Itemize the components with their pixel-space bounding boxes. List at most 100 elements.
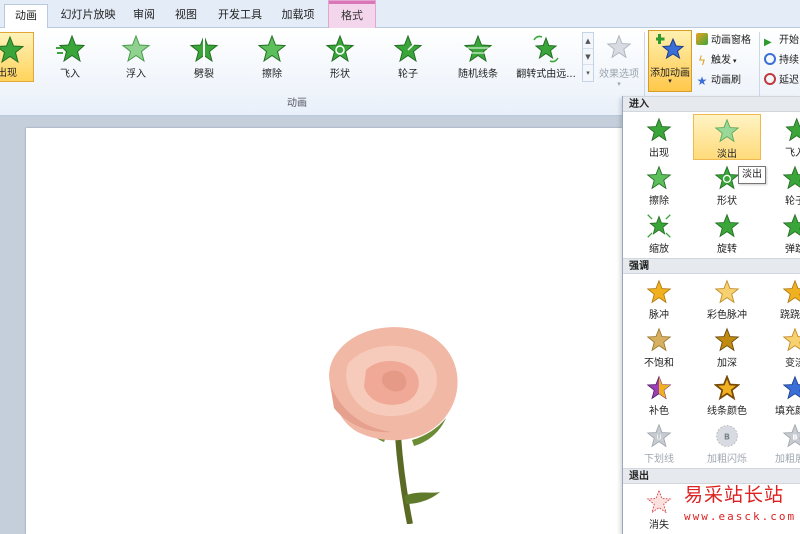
gallery-item-fill-color[interactable]: 填充颜色 xyxy=(761,372,800,418)
tab-view[interactable]: 视图 xyxy=(166,4,206,28)
scroll-up-icon[interactable]: ▲ xyxy=(583,33,593,49)
gallery-split[interactable]: 劈裂 xyxy=(178,32,230,82)
gallery-item-appear[interactable]: 出现 xyxy=(625,114,693,160)
star-wheel-icon xyxy=(393,34,423,63)
gallery-label: 随机线条 xyxy=(458,69,498,80)
star-color-pulse-icon xyxy=(714,279,740,304)
star-bold-reveal-icon: B xyxy=(782,423,800,448)
scroll-down-icon[interactable]: ▼ xyxy=(583,49,593,65)
slide-canvas[interactable] xyxy=(26,128,622,534)
star-split-icon xyxy=(189,34,219,64)
gallery-item-label: 不饱和 xyxy=(644,358,674,369)
star-fade-icon xyxy=(714,118,740,143)
start-label: 开始 xyxy=(779,35,799,46)
animation-painter-icon: ★ xyxy=(696,74,708,88)
chevron-down-icon: ▾ xyxy=(668,77,672,85)
duration-control[interactable]: 持续 xyxy=(764,52,799,70)
gallery-float-in[interactable]: 浮入 xyxy=(110,32,162,82)
gallery-appear[interactable]: 出现 xyxy=(0,32,34,82)
gallery-item-label: 旋转 xyxy=(717,244,737,255)
gallery-item-bold-flash[interactable]: B 加粗闪烁 xyxy=(693,420,761,466)
gallery-item-underline[interactable]: U 下划线 xyxy=(625,420,693,466)
site-watermark: 易采站长站 www.easck.com xyxy=(680,476,800,532)
star-fill-color-icon xyxy=(782,375,800,400)
gallery-item-pulse[interactable]: 脉冲 xyxy=(625,276,693,322)
tab-animations[interactable]: 动画 xyxy=(4,4,48,28)
gallery-item-line-color[interactable]: 线条颜色 xyxy=(693,372,761,418)
tab-add-ins[interactable]: 加载项 xyxy=(274,4,322,28)
rose-image[interactable] xyxy=(300,324,490,524)
gallery-shape[interactable]: 形状 xyxy=(314,32,366,82)
add-animation-icon xyxy=(656,34,685,60)
gallery-item-label: 加深 xyxy=(717,358,737,369)
gallery-item-label: 补色 xyxy=(649,406,669,417)
gallery-item-complementary[interactable]: 补色 xyxy=(625,372,693,418)
trigger-button[interactable]: ϟ 触发 ▾ xyxy=(696,52,736,70)
gallery-item-label: 线条颜色 xyxy=(707,406,747,417)
gallery-item-label: 彩色脉冲 xyxy=(707,310,747,321)
star-wipe-icon xyxy=(646,165,672,190)
gallery-label: 出现 xyxy=(0,68,17,79)
gallery-item-desaturate[interactable]: 不饱和 xyxy=(625,324,693,370)
gallery-item-bounce[interactable]: 弹跳 xyxy=(761,210,800,256)
gallery-item-fly-in[interactable]: 飞入 xyxy=(761,114,800,160)
star-wipe-icon xyxy=(257,34,287,63)
gallery-item-label: 填充颜色 xyxy=(775,406,800,417)
gallery-random-bars[interactable]: 随机线条 xyxy=(450,32,506,82)
gallery-label: 轮子 xyxy=(398,69,418,80)
star-float-in-icon xyxy=(121,34,151,63)
watermark-url: www.easck.com xyxy=(684,510,797,523)
gallery-more-icon[interactable]: ▾ xyxy=(583,65,593,81)
gallery-grow-turn[interactable]: 翻转式由远... xyxy=(512,32,580,82)
gallery-item-color-pulse[interactable]: 彩色脉冲 xyxy=(693,276,761,322)
gallery-item-label: 脉冲 xyxy=(649,310,669,321)
gallery-item-wheel[interactable]: 轮子 xyxy=(761,162,800,208)
gallery-item-swivel[interactable]: 旋转 xyxy=(693,210,761,256)
star-teeter-icon xyxy=(782,279,800,304)
star-darken-icon xyxy=(714,327,740,352)
tab-slide-show[interactable]: 幻灯片放映 xyxy=(52,4,124,28)
gallery-wipe[interactable]: 擦除 xyxy=(246,32,298,82)
group-label-animation: 动画 xyxy=(287,98,307,109)
gallery-fly-in[interactable]: 飞入 xyxy=(44,32,96,82)
gallery-scroll[interactable]: ▲ ▼ ▾ xyxy=(582,32,594,82)
ribbon-tab-bar: 动画 幻灯片放映 审阅 视图 开发工具 加载项 格式 xyxy=(0,0,800,28)
animation-pane-icon xyxy=(696,33,708,45)
star-appear-icon xyxy=(0,35,25,64)
duration-label: 持续 xyxy=(779,55,799,66)
gallery-item-label: 擦除 xyxy=(649,196,669,207)
gallery-item-wipe[interactable]: 擦除 xyxy=(625,162,693,208)
effect-options-button[interactable]: 效果选项 ▾ xyxy=(596,32,642,102)
gallery-label: 翻转式由远... xyxy=(516,69,576,80)
gallery-item-label: 下划线 xyxy=(644,454,674,465)
delay-control[interactable]: 延迟 xyxy=(764,72,799,90)
gallery-item-label: 淡出 xyxy=(717,149,737,160)
start-control[interactable]: ▶ 开始 xyxy=(764,32,799,50)
star-pulse-icon xyxy=(646,279,672,304)
star-appear-icon xyxy=(646,117,672,142)
tab-review[interactable]: 审阅 xyxy=(126,4,162,28)
star-fly-in-icon xyxy=(56,34,85,63)
star-bold-flash-icon: B xyxy=(716,425,738,447)
gallery-item-teeter[interactable]: 跷跷板 xyxy=(761,276,800,322)
gallery-item-lighten[interactable]: 变淡 xyxy=(761,324,800,370)
gallery-item-bold-reveal[interactable]: B 加粗展示 xyxy=(761,420,800,466)
gallery-item-fade[interactable]: 淡出 xyxy=(693,114,761,160)
gallery-item-darken[interactable]: 加深 xyxy=(693,324,761,370)
star-bounce-icon xyxy=(782,213,800,238)
gallery-item-label: 跷跷板 xyxy=(780,310,800,321)
tab-format[interactable]: 格式 xyxy=(328,0,376,28)
add-animation-button[interactable]: 添加动画 ▾ xyxy=(648,30,692,92)
animation-pane-button[interactable]: 动画窗格 xyxy=(696,32,751,50)
gallery-item-label: 变淡 xyxy=(785,358,800,369)
animation-painter-button[interactable]: ★ 动画刷 xyxy=(696,72,741,90)
gallery-item-zoom[interactable]: 缩放 xyxy=(625,210,693,256)
trigger-label: 触发 xyxy=(711,55,731,66)
gallery-wheel[interactable]: 轮子 xyxy=(382,32,434,82)
slide-workspace xyxy=(0,116,622,534)
tab-developer[interactable]: 开发工具 xyxy=(212,4,268,28)
svg-text:B: B xyxy=(792,433,797,441)
gallery-label: 形状 xyxy=(330,69,350,80)
play-icon: ▶ xyxy=(764,37,772,48)
gallery-item-label: 加粗闪烁 xyxy=(707,454,747,465)
